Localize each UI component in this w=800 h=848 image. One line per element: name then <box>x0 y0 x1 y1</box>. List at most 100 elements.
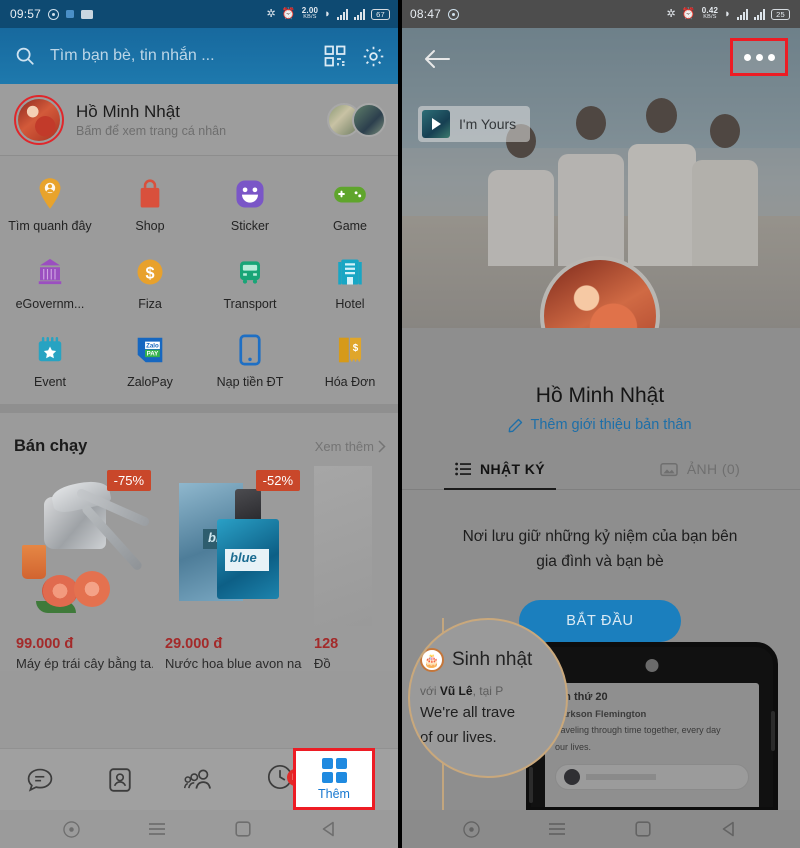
tab-anh[interactable]: ẢNH (0) <box>600 451 800 489</box>
tab-contacts[interactable] <box>80 749 160 810</box>
home-square-icon[interactable] <box>234 820 252 838</box>
see-more-link[interactable]: Xem thêm <box>315 439 386 454</box>
search-icon[interactable] <box>14 45 36 67</box>
svg-text:PAY: PAY <box>147 351 159 358</box>
grid-item-game[interactable]: Game <box>300 170 400 240</box>
notification-icon <box>81 9 94 19</box>
shortcut-grid: Tìm quanh đây Shop Sticker Game eGovernm… <box>0 156 400 423</box>
birthday-meta-mid: , tại P <box>472 684 504 698</box>
group-people-icon <box>184 769 211 789</box>
signal-icon <box>354 8 365 20</box>
grid-item-nap-tien-dt[interactable]: Nạp tiền ĐT <box>200 326 300 396</box>
assistant-dot-icon <box>448 8 460 20</box>
third-product-photo <box>314 466 373 626</box>
birthday-meta-name: Vũ Lê <box>439 684 473 698</box>
discount-badge: -52% <box>255 470 301 491</box>
zalopay-icon: Zalo PAY <box>132 332 168 368</box>
product-price: 99.000 đ <box>16 636 74 652</box>
menu-lines-icon[interactable] <box>548 820 566 838</box>
product-price: 29.000 đ <box>165 636 223 652</box>
svg-text:$: $ <box>145 264 154 282</box>
grid-item-label: Game <box>332 219 368 233</box>
discount-badge: -75% <box>106 470 152 491</box>
grid-item-label: Event <box>34 375 66 389</box>
svg-text:Zalo: Zalo <box>146 343 159 350</box>
calendar-star-icon <box>32 332 68 368</box>
product-name: Nước hoa blue avon na... <box>165 656 303 671</box>
menu-lines-icon[interactable] <box>148 820 166 838</box>
product-card[interactable]: -52% 29.000 đ Nước hoa blue avon na... <box>159 466 308 671</box>
grid-item-hoa-don[interactable]: $ Hóa Đơn <box>300 326 400 396</box>
profile-row[interactable]: Hồ Minh Nhật Bấm để xem trang cá nhân <box>0 84 400 156</box>
tab-more-label: Thêm <box>318 786 350 801</box>
tab-nhat-ky[interactable]: NHẬT KÝ <box>400 451 600 490</box>
add-bio-link[interactable]: Thêm giới thiệu bản thân <box>400 417 800 433</box>
gear-icon[interactable] <box>361 44 386 69</box>
grid-item-label: Sticker <box>230 219 270 233</box>
birthday-card[interactable]: lần thứ 20 Parkson Flemington traveling … <box>400 618 800 810</box>
profile-name: Hồ Minh Nhật <box>535 384 665 407</box>
battery-icon: 67 <box>371 8 390 20</box>
grid-item-event[interactable]: Event <box>0 326 100 396</box>
status-time: 08:47 <box>410 7 442 21</box>
tab-label: NHẬT KÝ <box>479 461 546 477</box>
arrow-left-icon[interactable] <box>422 44 452 74</box>
birthday-location: Parkson Flemington <box>555 709 647 720</box>
tab-messages[interactable] <box>0 749 80 810</box>
product-card[interactable]: 128 Đồ <box>308 466 378 671</box>
birthday-comment-field[interactable] <box>555 764 749 790</box>
qr-scan-icon[interactable] <box>323 44 347 68</box>
birthday-occurrence: lần thứ 20 <box>555 691 608 703</box>
list-icon <box>455 462 471 476</box>
search-input[interactable]: Tìm bạn bè, tin nhắn ... <box>50 47 309 65</box>
status-bar-left: 09:57 ✲ ⏰ 2.00 KB/S ◗ 67 <box>0 0 400 28</box>
story-thumbnails[interactable] <box>327 102 386 137</box>
music-chip[interactable]: I'm Yours <box>418 106 531 142</box>
add-bio-label: Thêm giới thiệu bản thân <box>530 417 692 433</box>
grid-item-tim-quanh-day[interactable]: Tìm quanh đây <box>0 170 100 240</box>
section-divider <box>0 404 400 413</box>
grid-item-label: Transport <box>223 297 277 311</box>
grid-item-shop[interactable]: Shop <box>100 170 200 240</box>
blue-perfume-photo: -52% <box>165 466 302 626</box>
section-title: Bán chạy <box>14 437 88 455</box>
bus-icon <box>232 254 268 290</box>
grid-item-transport[interactable]: Transport <box>200 248 300 318</box>
birthday-body-line-1: We're all trave <box>420 704 516 721</box>
story-thumbnail[interactable] <box>352 102 386 137</box>
grid-four-squares-icon <box>321 757 347 783</box>
grid-item-fiza[interactable]: $ Fiza <box>100 248 200 318</box>
government-building-icon <box>32 254 68 290</box>
grid-item-sticker[interactable]: Sticker <box>200 170 300 240</box>
mobile-topup-icon <box>232 332 268 368</box>
bluetooth-icon: ✲ <box>266 7 276 20</box>
grid-item-zalopay[interactable]: Zalo PAY ZaloPay <box>100 326 200 396</box>
profile-avatar[interactable] <box>540 256 660 328</box>
cover-photo[interactable]: I'm Yours <box>400 28 800 328</box>
battery-icon: 25 <box>771 8 790 20</box>
home-square-icon[interactable] <box>634 820 652 838</box>
alarm-icon: ⏰ <box>681 7 696 20</box>
grid-item-label: Nạp tiền ĐT <box>216 375 284 389</box>
grid-item-label: Shop <box>135 219 165 233</box>
profile-subtitle: Bấm để xem trang cá nhân <box>76 123 227 138</box>
signal-icon <box>737 8 748 20</box>
back-triangle-icon[interactable] <box>720 820 738 838</box>
chat-bubble-icon <box>27 768 53 792</box>
android-nav-bar-right <box>400 810 800 848</box>
music-thumbnail <box>422 110 450 138</box>
grid-item-hotel[interactable]: Hotel <box>300 248 400 318</box>
grid-item-label: Hóa Đơn <box>324 375 376 389</box>
search-bar[interactable]: Tìm bạn bè, tin nhắn ... <box>0 28 400 84</box>
avatar[interactable] <box>14 94 64 145</box>
assistant-dot-icon[interactable] <box>62 820 80 838</box>
magnifier-overlay: 🎂 Sinh nhật với Vũ Lê, tại P We're all t… <box>408 618 568 778</box>
product-card[interactable]: -75% 99.000 đ Máy ép trái cây bằng ta... <box>10 466 159 671</box>
tab-more-highlighted[interactable]: Thêm <box>293 748 375 810</box>
back-triangle-icon[interactable] <box>320 820 338 838</box>
grid-item-egovernment[interactable]: eGovernm... <box>0 248 100 318</box>
tab-groups[interactable] <box>160 749 240 810</box>
more-options-icon[interactable] <box>730 38 788 76</box>
pencil-icon <box>509 418 523 432</box>
assistant-dot-icon[interactable] <box>462 820 480 838</box>
